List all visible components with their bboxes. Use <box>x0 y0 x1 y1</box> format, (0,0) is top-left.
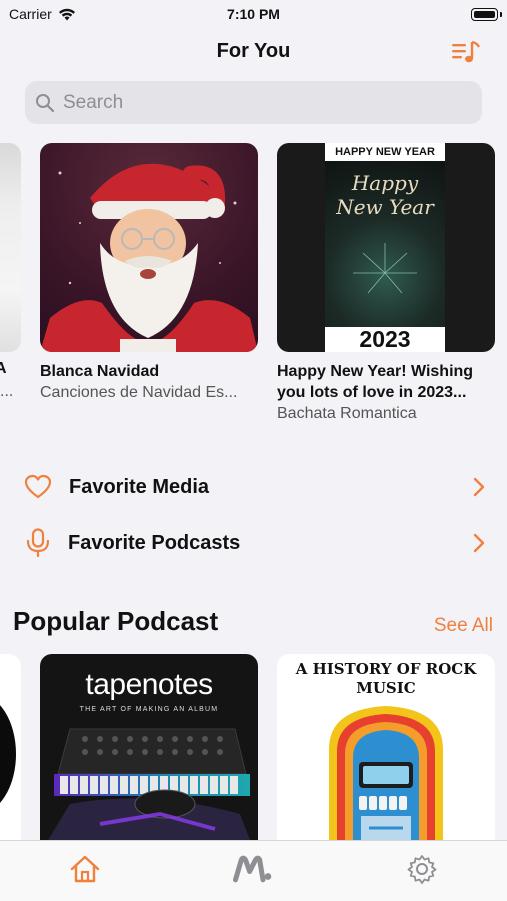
clock: 7:10 PM <box>227 6 280 22</box>
jukebox-illustration <box>329 706 443 840</box>
search-icon <box>36 93 55 112</box>
tab-music[interactable] <box>233 851 273 887</box>
card-subtitle: Bachata Romantica <box>277 405 417 422</box>
card-title: Happy New Year! Wishing you lots of love… <box>277 363 474 401</box>
status-bar: Carrier 7:10 PM <box>0 0 507 30</box>
home-icon <box>70 855 100 883</box>
favorite-media-row[interactable]: Favorite Media <box>0 463 507 511</box>
peek-artwork <box>0 143 21 352</box>
tab-bar <box>0 840 507 901</box>
art-year: 2023 <box>359 326 411 352</box>
battery-icon <box>471 8 498 21</box>
card-artwork: HAPPY NEW YEAR Happy New Year 2023 <box>277 143 495 352</box>
santa-illustration <box>40 163 258 352</box>
row-label: Favorite Podcasts <box>68 531 241 554</box>
chevron-right-icon <box>473 477 485 497</box>
see-all-link[interactable]: See All <box>434 615 493 637</box>
chevron-right-icon <box>473 533 485 553</box>
card-title: Blanca Navidad <box>40 363 160 380</box>
fireworks-illustration <box>353 243 417 294</box>
page-title: For You <box>216 40 291 62</box>
row-label: Favorite Media <box>69 475 210 498</box>
card-artwork <box>40 143 258 352</box>
podcast-card[interactable]: A HISTORY OF ROCK MUSIC <box>277 654 495 840</box>
tab-settings[interactable] <box>402 851 442 887</box>
card-subtitle: Canciones de Navidad Es... <box>40 384 238 401</box>
heart-icon <box>24 474 52 499</box>
carousel-card-peek[interactable]: A ... <box>0 143 21 400</box>
playlist-music-icon[interactable] <box>451 38 481 66</box>
gear-icon <box>407 855 437 884</box>
peek-text-1: A <box>0 360 7 377</box>
tab-home[interactable] <box>65 851 105 887</box>
microphone-icon <box>26 528 50 558</box>
battery-tip <box>500 12 502 17</box>
podcast-card[interactable]: tapenotes THE ART OF MAKING AN ALBUM <box>40 654 258 840</box>
synthesizer-illustration <box>48 728 250 840</box>
favorite-podcasts-row[interactable]: Favorite Podcasts <box>0 519 507 567</box>
search-bar[interactable]: Search <box>25 81 482 124</box>
podcast-card-peek[interactable] <box>0 654 21 840</box>
m-logo-icon <box>233 855 272 883</box>
carousel-card[interactable]: Blanca Navidad Canciones de Navidad Es..… <box>40 143 258 404</box>
section-title: Popular Podcast <box>13 606 219 636</box>
peek-disc <box>0 694 16 814</box>
carousel-card[interactable]: HAPPY NEW YEAR Happy New Year 2023 Happy… <box>277 143 495 425</box>
peek-text-2: ... <box>0 383 14 400</box>
search-placeholder: Search <box>63 91 124 113</box>
